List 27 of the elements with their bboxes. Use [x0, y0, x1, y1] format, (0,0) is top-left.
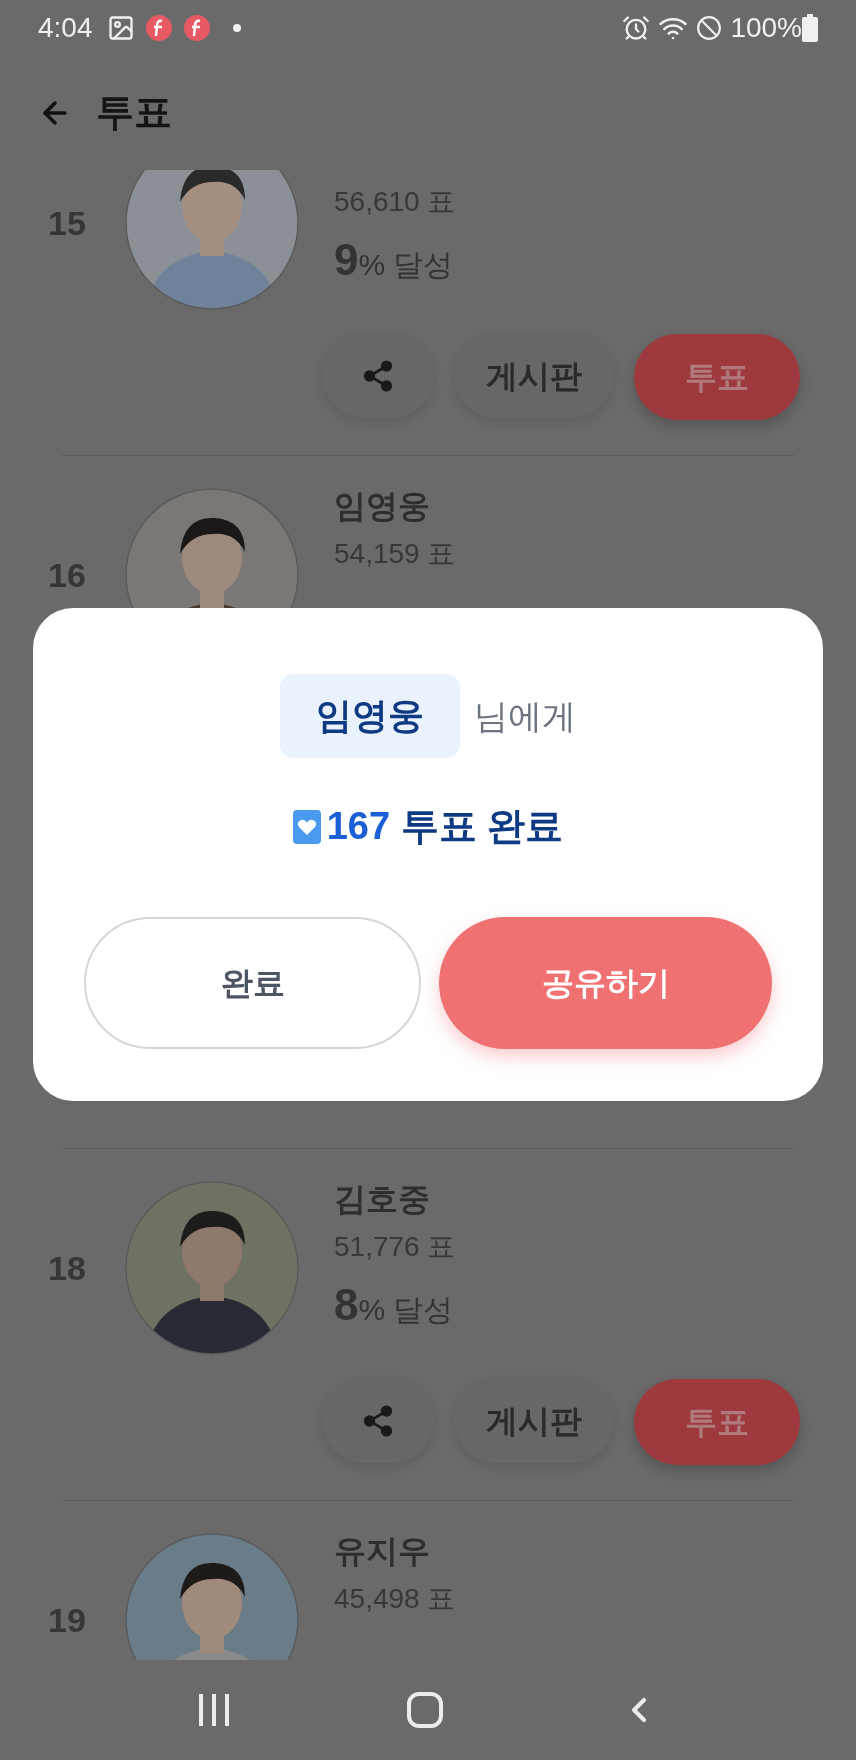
recent-apps-icon[interactable] [197, 1692, 232, 1728]
share-action-button[interactable]: 공유하기 [439, 917, 772, 1049]
achievement-text: 9% 달성 [334, 234, 455, 286]
battery-percent: 100% [730, 10, 802, 45]
board-button[interactable]: 게시판 [454, 334, 614, 418]
page-title: 투표 [96, 90, 172, 135]
vote-button[interactable]: 투표 [634, 1379, 800, 1465]
achievement-text: 8% 달성 [334, 1279, 455, 1331]
share-icon [361, 359, 395, 393]
candidate-name: 임영웅 [334, 487, 431, 526]
battery-icon [802, 13, 818, 42]
home-icon[interactable] [406, 1691, 444, 1729]
alarm-icon [622, 13, 651, 42]
app-notification-icon [144, 13, 173, 42]
board-button[interactable]: 게시판 [454, 1379, 614, 1463]
candidate-name: 김호중 [334, 1180, 431, 1219]
do-not-disturb-icon [696, 14, 723, 41]
candidate-name: 유지우 [334, 1532, 431, 1571]
vote-count-result: 167 투표 완료 [326, 804, 564, 849]
status-time: 4:04 [38, 10, 93, 45]
recipient-suffix: 님에게 [474, 695, 576, 737]
vote-button[interactable]: 투표 [634, 334, 800, 420]
done-button[interactable]: 완료 [84, 917, 421, 1049]
recipient-name: 임영웅 [280, 674, 460, 758]
image-icon [106, 13, 135, 42]
app-notification-icon [182, 13, 211, 42]
share-icon [361, 1404, 395, 1438]
